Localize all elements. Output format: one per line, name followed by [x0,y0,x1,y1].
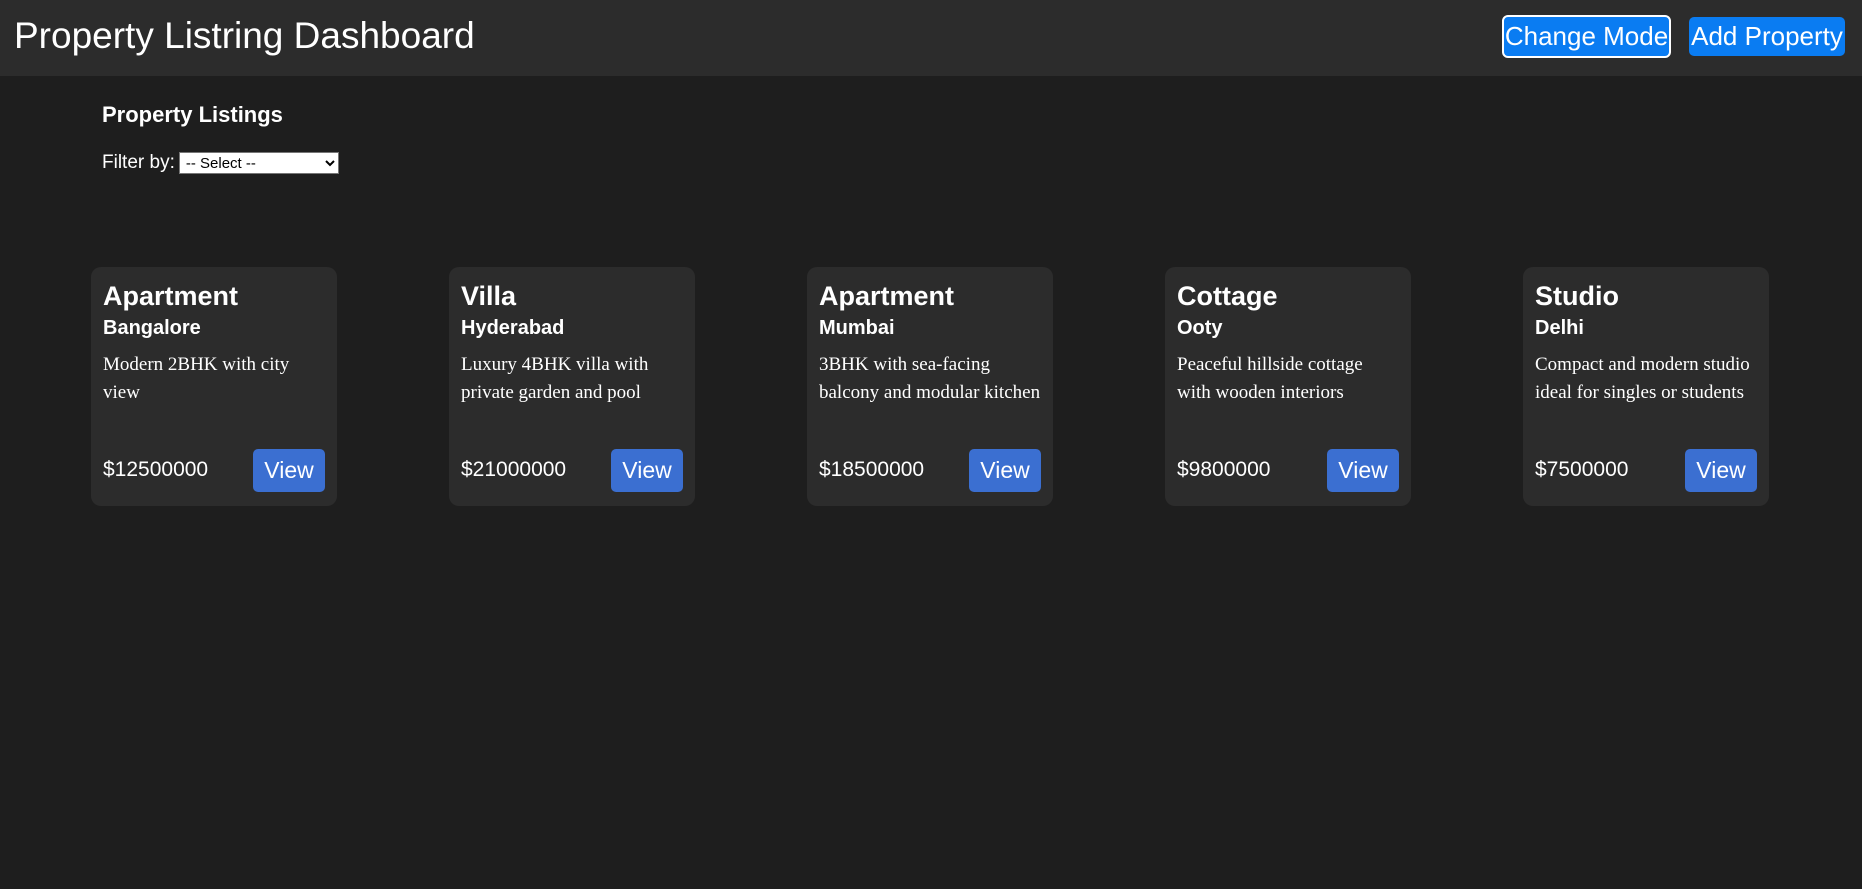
listing-type: Cottage [1177,281,1278,311]
listing-price: $18500000 [819,458,925,481]
app-title: Property Listring Dashboard [14,15,475,56]
listing-price: $12500000 [103,458,209,481]
listing-card: Apartment Mumbai 3BHK with sea-facing ba… [807,267,1053,506]
listing-type: Studio [1535,281,1619,311]
top-bar: Property Listring Dashboard Change Mode … [0,0,1862,76]
listing-city: Bangalore [103,317,201,339]
listing-price: $7500000 [1535,458,1629,481]
listing-type: Apartment [103,281,239,311]
listing-price: $21000000 [461,458,567,481]
listing-type: Villa [461,281,517,311]
listing-city: Delhi [1535,317,1584,339]
view-button[interactable]: View [611,449,683,492]
listing-description: Luxury 4BHK villa with private garden an… [461,354,649,403]
add-property-button[interactable]: Add Property [1689,17,1845,56]
listing-price: $9800000 [1177,458,1271,481]
listing-city: Hyderabad [461,317,565,339]
filter-label: Filter by: [102,152,175,173]
listing-city: Ooty [1177,317,1223,339]
listing-city: Mumbai [819,317,895,339]
view-button[interactable]: View [1685,449,1757,492]
filter-row: Filter by: -- Select -- [102,151,339,175]
view-button[interactable]: View [1327,449,1399,492]
view-button[interactable]: View [969,449,1041,492]
listing-card: Studio Delhi Compact and modern studio i… [1523,267,1769,506]
filter-select[interactable]: -- Select -- [178,152,339,174]
listing-card: Villa Hyderabad Luxury 4BHK villa with p… [449,267,695,506]
view-button[interactable]: View [253,449,325,492]
listing-description: Compact and modern studio ideal for sing… [1535,354,1750,403]
listing-card: Apartment Bangalore Modern 2BHK with cit… [91,267,337,506]
listing-card: Cottage Ooty Peaceful hillside cottage w… [1165,267,1411,506]
listing-type: Apartment [819,281,955,311]
page-heading: Property Listings [102,102,283,127]
listing-description: Peaceful hillside cottage with wooden in… [1177,354,1363,403]
listing-description: 3BHK with sea-facing balcony and modular… [819,354,1041,403]
listing-description: Modern 2BHK with city view [103,354,290,403]
change-mode-button[interactable]: Change Mode [1502,15,1671,58]
listing-cards: Apartment Bangalore Modern 2BHK with cit… [91,267,1771,506]
